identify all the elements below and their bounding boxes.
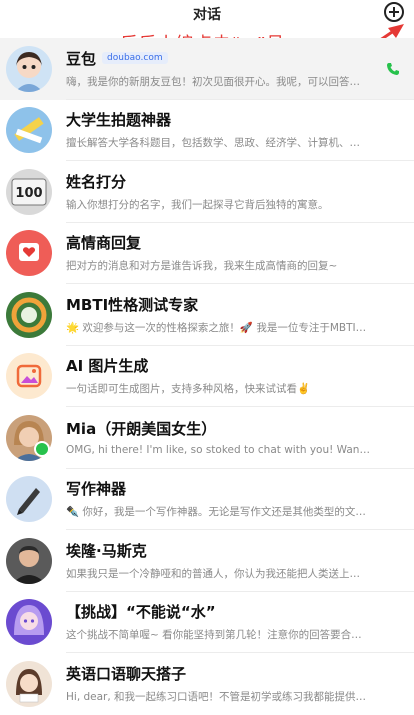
chat-item-name-score[interactable]: 100 姓名打分 输入你想打分的名字，我们一起探寻它背后独特的寓意。 xyxy=(0,161,414,223)
avatar xyxy=(6,353,52,400)
chat-name: Mia（开朗美国女生） xyxy=(66,420,217,439)
man-portrait-icon xyxy=(12,545,46,584)
svg-text:100: 100 xyxy=(15,186,42,201)
avatar xyxy=(6,476,52,523)
chat-name: MBTI性格测试专家 xyxy=(66,295,199,314)
chat-preview: Hi, dear, 和我一起练习口语吧！不管是初学或练习我都能提供个性化的学..… xyxy=(66,691,370,704)
avatar xyxy=(6,599,52,646)
chat-name: 写作神器 xyxy=(66,480,127,499)
heart-card-icon xyxy=(19,243,39,262)
chat-item-ai-image[interactable]: AI 图片生成 一句话即可生成图片，支持多种风格，快来试试看✌️ xyxy=(0,346,414,408)
chat-name: 大学生拍题神器 xyxy=(66,111,172,130)
chat-item-english[interactable]: 英语口语聊天搭子 Hi, dear, 和我一起练习口语吧！不管是初学或练习我都能… xyxy=(0,653,414,715)
chat-preview: ✒️ 你好，我是一个写作神器。无论是写作文还是其他类型的文字创作，... xyxy=(66,506,370,519)
avatar xyxy=(6,230,52,277)
chat-item-doubao[interactable]: 豆包 doubao.com 嗨，我是你的新朋友豆包！初次见面很开心。我呢，可以回… xyxy=(0,38,414,100)
chat-preview: 输入你想打分的名字，我们一起探寻它背后独特的寓意。 xyxy=(66,198,329,211)
avatar xyxy=(6,537,52,584)
chat-list: 豆包 doubao.com 嗨，我是你的新朋友豆包！初次见面很开心。我呢，可以回… xyxy=(0,38,414,715)
chat-preview: 嗨，我是你的新朋友豆包！初次见面很开心。我呢，可以回答你的各种... xyxy=(66,75,370,88)
chat-item-mbti[interactable]: MBTI性格测试专家 🌟 欢迎参与这一次的性格探索之旅！🚀 我是一位专注于MBT… xyxy=(0,284,414,346)
chat-item-challenge[interactable]: 【挑战】“不能说“水” 这个挑战不简单喔~ 看你能坚持到第几轮！注意你的回答要合… xyxy=(0,592,414,654)
score-100-icon: 100 xyxy=(11,178,47,206)
chat-preview: 🌟 欢迎参与这一次的性格探索之旅！🚀 我是一位专注于MBTI性格类型... xyxy=(66,321,370,334)
chat-item-exam-solver[interactable]: 大学生拍题神器 擅长解答大学各科题目，包括数学、思政、经济学、计算机、机械、法.… xyxy=(0,100,414,162)
avatar: 100 xyxy=(6,168,52,215)
chat-name: 埃隆·马斯克 xyxy=(66,541,147,560)
chat-item-elon[interactable]: 埃隆·马斯克 如果我只是一个冷静哑和的普通人，你认为我还能把人类送上火星么? xyxy=(0,530,414,592)
chat-item-mia[interactable]: Mia（开朗美国女生） OMG, hi there! I'm like, so … xyxy=(0,407,414,469)
avatar xyxy=(6,291,52,338)
chat-name: 高情商回复 xyxy=(66,234,142,253)
girl-portrait-icon xyxy=(15,51,43,92)
avatar xyxy=(6,660,52,707)
image-sparkle-icon xyxy=(16,365,42,388)
pen-nib-icon xyxy=(17,488,40,516)
girl-reader-icon xyxy=(16,668,42,702)
phone-call-icon[interactable] xyxy=(386,62,400,76)
domain-badge: doubao.com xyxy=(102,52,168,65)
chat-item-eq-reply[interactable]: 高情商回复 把对方的消息和对方是谁告诉我，我来生成高情商的回复~ xyxy=(0,223,414,285)
chat-preview: 擅长解答大学各科题目，包括数学、思政、经济学、计算机、机械、法... xyxy=(66,137,370,150)
chat-preview: 如果我只是一个冷静哑和的普通人，你认为我还能把人类送上火星么? xyxy=(66,567,370,580)
chat-preview: OMG, hi there! I'm like, so stoked to ch… xyxy=(66,444,370,457)
anime-girl-icon xyxy=(14,605,44,636)
chat-name: 姓名打分 xyxy=(66,172,127,191)
chat-preview: 一句话即可生成图片，支持多种风格，快来试试看✌️ xyxy=(66,383,311,396)
online-status-icon xyxy=(34,441,50,457)
chat-name: 豆包 xyxy=(66,49,97,68)
avatar xyxy=(6,107,52,154)
chat-name: AI 图片生成 xyxy=(66,357,149,376)
add-chat-button[interactable] xyxy=(384,2,404,22)
chat-preview: 把对方的消息和对方是谁告诉我，我来生成高情商的回复~ xyxy=(66,260,338,273)
chat-name: 【挑战】“不能说“水” xyxy=(66,603,216,622)
chat-name: 英语口语聊天搭子 xyxy=(66,665,187,684)
avatar xyxy=(6,45,52,92)
chat-item-writing[interactable]: 写作神器 ✒️ 你好，我是一个写作神器。无论是写作文还是其他类型的文字创作，..… xyxy=(0,469,414,531)
pencil-ruler-icon xyxy=(14,117,44,144)
chat-preview: 这个挑战不简单喔~ 看你能坚持到第几轮！注意你的回答要合情合理喔~ xyxy=(66,629,370,642)
personality-ring-icon xyxy=(11,297,47,333)
